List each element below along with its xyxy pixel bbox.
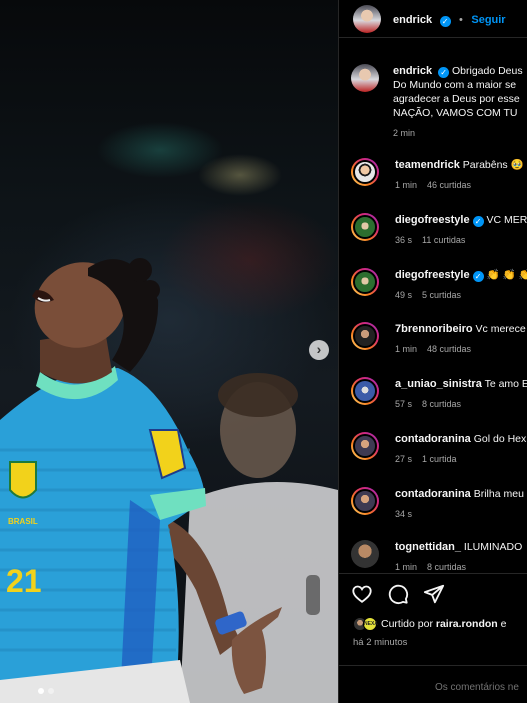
comment-text: Brilha meu bbox=[473, 488, 524, 500]
svg-text:21: 21 bbox=[6, 563, 42, 599]
comment-text: VC MER bbox=[486, 214, 527, 226]
carousel-dot bbox=[48, 688, 54, 694]
svg-text:BRASIL: BRASIL bbox=[8, 517, 38, 526]
post-photo: BRASIL 21 › bbox=[0, 0, 338, 703]
caption-text-line: Obrigado Deus bbox=[451, 65, 523, 77]
comment-username[interactable]: tognettidan_ bbox=[395, 541, 461, 553]
comment-row: 7brennoribeiro Vc merece 1 min 48 curtida… bbox=[351, 322, 527, 356]
heart-icon[interactable] bbox=[351, 583, 373, 605]
comments-disabled-notice: Os comentários ne bbox=[435, 682, 519, 693]
caption-text-line: NAÇÃO, VAMOS COM TU bbox=[393, 107, 518, 119]
comment-text: 👏 👏 👏 bbox=[486, 269, 527, 281]
comment-time: 36 s bbox=[395, 235, 413, 245]
divider bbox=[339, 665, 527, 666]
comment-row: a_uniao_sinistra Te amo E 57 s 8 curtidas bbox=[351, 377, 527, 411]
comments-panel: endrick ✓ • Seguir endrick ✓ Obrigado De… bbox=[338, 0, 527, 703]
comment-text: Gol do Hex bbox=[473, 433, 527, 445]
comment-time: 1 min bbox=[395, 344, 418, 354]
verified-icon: ✓ bbox=[472, 216, 484, 227]
commenter-avatar[interactable] bbox=[351, 158, 379, 186]
follow-button[interactable]: Seguir bbox=[471, 14, 505, 26]
comment-text: Te amo E bbox=[484, 378, 527, 390]
comment-time: 49 s bbox=[395, 290, 413, 300]
share-icon[interactable] bbox=[423, 583, 445, 605]
comment-likes[interactable]: 48 curtidas bbox=[427, 344, 471, 354]
liked-by-text[interactable]: Curtido por raira.rondon e bbox=[381, 618, 506, 630]
comment-time: 1 min bbox=[395, 562, 418, 572]
comment-likes[interactable]: 8 curtidas bbox=[427, 562, 466, 572]
comment-likes[interactable]: 46 curtidas bbox=[427, 180, 471, 190]
comment-text: ILUMINADO bbox=[463, 541, 523, 553]
verified-icon: ✓ bbox=[472, 271, 484, 282]
caption-text-line: Do Mundo com a maior se bbox=[393, 79, 517, 91]
comment-row: diegofreestyle ✓ VC MER 36 s 11 curtidas bbox=[351, 213, 527, 247]
divider bbox=[339, 573, 527, 574]
separator-dot: • bbox=[459, 13, 463, 26]
comment-time: 57 s bbox=[395, 399, 413, 409]
comment-row: teamendrick Parabêns 🥹 r 1 min 46 curtida… bbox=[351, 158, 527, 192]
caption-text-line: agradecer a Deus por esse bbox=[393, 93, 520, 105]
liked-by: NEXA Curtido por raira.rondon e bbox=[353, 617, 506, 631]
comment-row: contadoranina Gol do Hex 27 s 1 curtida bbox=[351, 432, 527, 466]
comment-row: tognettidan_ ILUMINADO 1 min 8 curtidas bbox=[351, 540, 527, 573]
comment-likes[interactable]: 11 curtidas bbox=[422, 235, 465, 245]
comment-username[interactable]: contadoranina bbox=[395, 488, 471, 500]
comment-text: Parabêns 🥹 r bbox=[462, 159, 527, 171]
player-illustration: BRASIL 21 bbox=[0, 258, 338, 703]
caption-time: 2 min bbox=[393, 128, 416, 138]
caption-username[interactable]: endrick bbox=[393, 65, 432, 77]
author-username[interactable]: endrick bbox=[393, 14, 432, 26]
commenter-avatar[interactable] bbox=[351, 322, 379, 350]
commenter-avatar[interactable] bbox=[351, 487, 379, 515]
comment-username[interactable]: diegofreestyle bbox=[395, 269, 470, 281]
commenter-avatar[interactable] bbox=[351, 213, 379, 241]
caption-row: endrick ✓ Obrigado Deus Do Mundo com a m… bbox=[351, 64, 527, 140]
comment-likes[interactable]: 8 curtidas bbox=[422, 399, 461, 409]
verified-icon: ✓ bbox=[439, 15, 451, 27]
commenter-avatar[interactable] bbox=[351, 268, 379, 296]
comment-username[interactable]: teamendrick bbox=[395, 159, 460, 171]
comment-username[interactable]: 7brennoribeiro bbox=[395, 323, 473, 335]
post-header: endrick ✓ • Seguir bbox=[339, 0, 527, 38]
comment-time: 34 s bbox=[395, 509, 413, 519]
author-avatar[interactable] bbox=[351, 64, 379, 92]
action-bar bbox=[351, 583, 445, 605]
comments-list[interactable]: endrick ✓ Obrigado Deus Do Mundo com a m… bbox=[339, 48, 527, 573]
commenter-avatar[interactable] bbox=[351, 432, 379, 460]
comment-likes[interactable]: 1 curtida bbox=[422, 454, 457, 464]
comment-row: contadoranina Brilha meu 34 s bbox=[351, 487, 527, 521]
comment-time: 1 min bbox=[395, 180, 418, 190]
comment-icon[interactable] bbox=[387, 583, 409, 605]
comment-likes[interactable]: 5 curtidas bbox=[422, 290, 461, 300]
verified-icon: ✓ bbox=[438, 67, 450, 78]
carousel-dots bbox=[38, 688, 54, 694]
comment-text: Vc merece bbox=[475, 323, 526, 335]
comment-username[interactable]: a_uniao_sinistra bbox=[395, 378, 482, 390]
comment-row: diegofreestyle✓ 👏 👏 👏 49 s 5 curtidas bbox=[351, 268, 527, 302]
commenter-avatar[interactable] bbox=[351, 540, 379, 568]
next-arrow-icon[interactable]: › bbox=[309, 340, 329, 360]
comment-time: 27 s bbox=[395, 454, 413, 464]
author-avatar[interactable] bbox=[353, 4, 381, 33]
comment-username[interactable]: diegofreestyle bbox=[395, 214, 470, 226]
carousel-dot-active bbox=[38, 688, 44, 694]
comment-username[interactable]: contadoranina bbox=[395, 433, 471, 445]
post-time: há 2 minutos bbox=[353, 637, 408, 648]
liker-avatar[interactable]: NEXA bbox=[363, 617, 378, 631]
commenter-avatar[interactable] bbox=[351, 377, 379, 405]
